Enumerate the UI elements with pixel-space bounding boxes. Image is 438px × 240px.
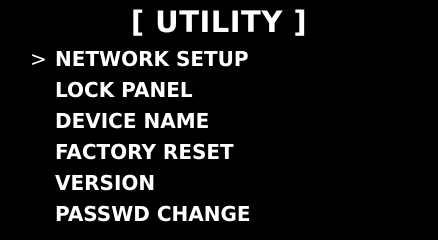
selection-cursor-icon: > <box>30 47 47 71</box>
menu-item-label: DEVICE NAME <box>55 109 210 133</box>
menu-item-label: PASSWD CHANGE <box>55 202 251 226</box>
menu-item-label: LOCK PANEL <box>55 78 193 102</box>
menu-item-label: VERSION <box>55 171 156 195</box>
menu-item-label: NETWORK SETUP <box>55 47 249 71</box>
osd-menu-screen: [ UTILITY ] > NETWORK SETUP LOCK PANEL D… <box>0 0 438 240</box>
menu-title: [ UTILITY ] <box>130 5 308 39</box>
menu-item-label: FACTORY RESET <box>55 140 234 164</box>
